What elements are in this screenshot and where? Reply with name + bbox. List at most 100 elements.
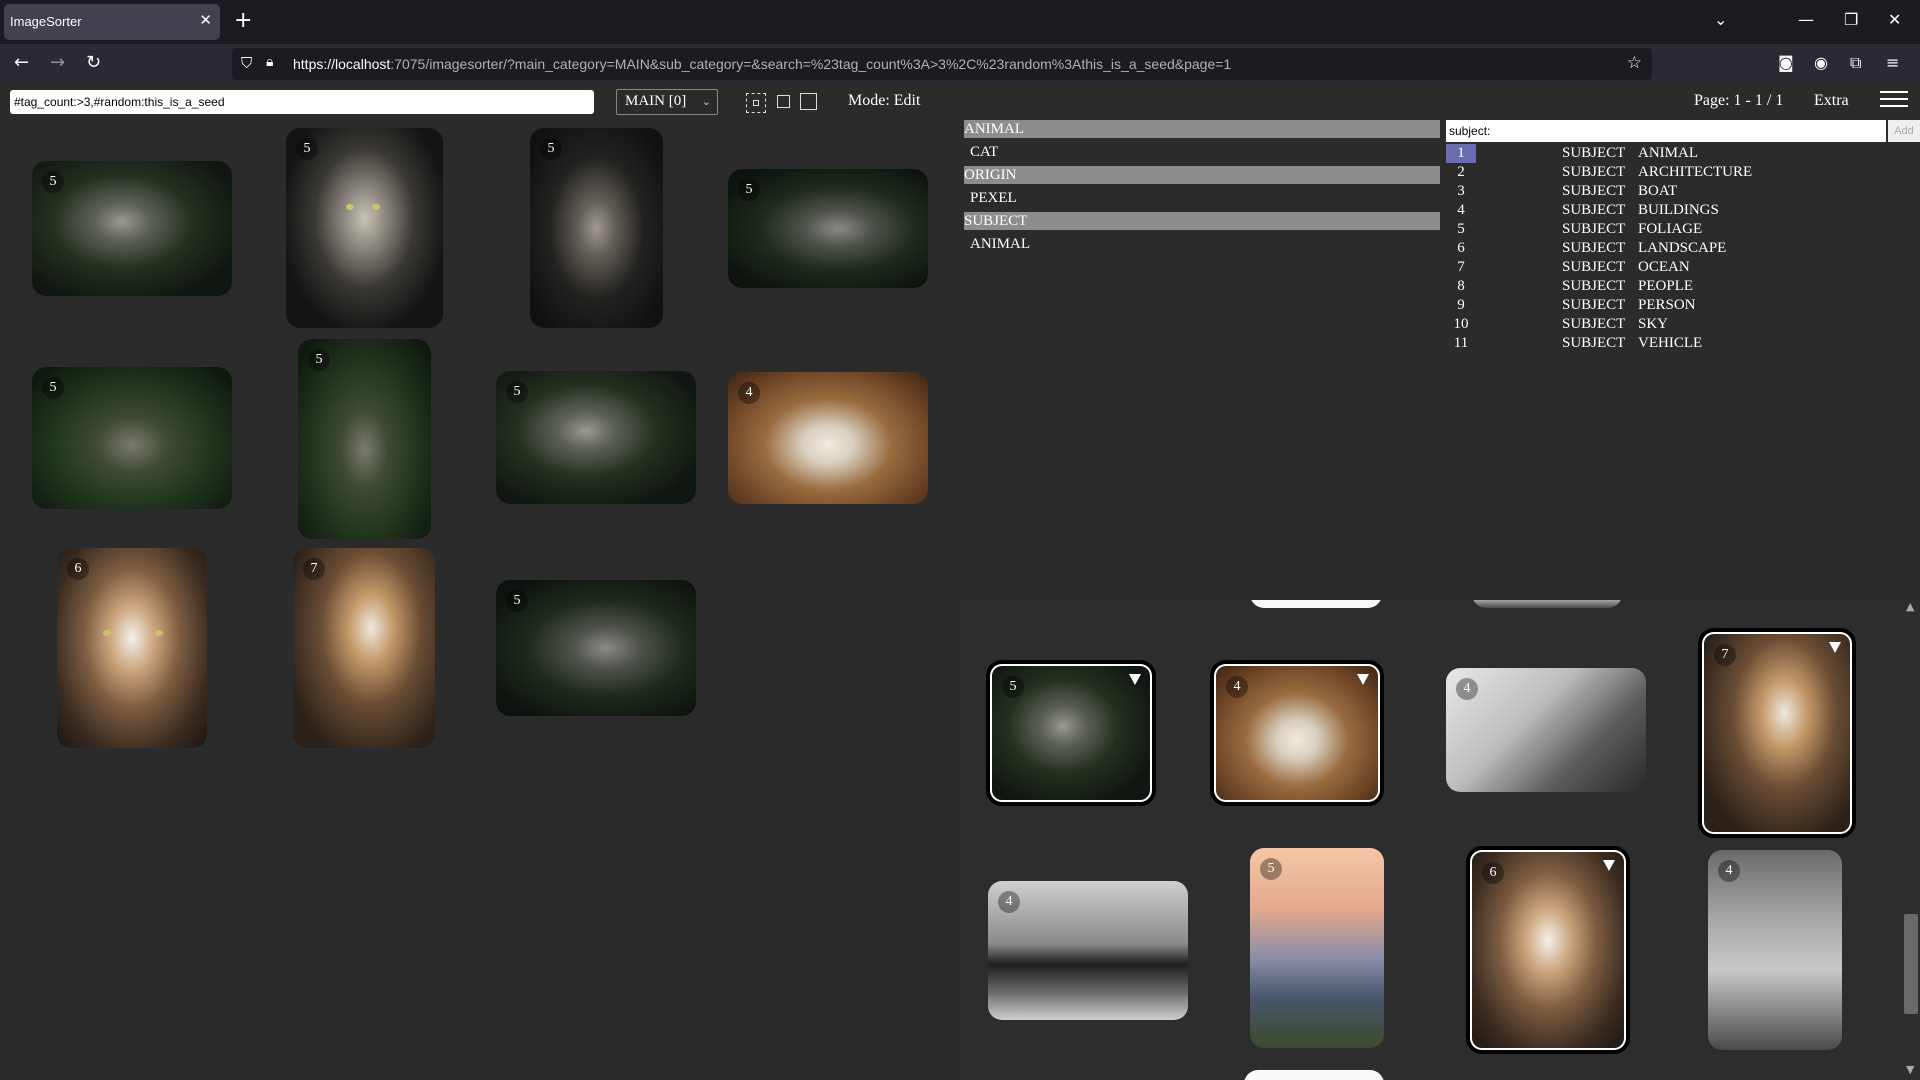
star-icon[interactable]: ☆ — [1627, 53, 1642, 73]
url-bar[interactable]: ⛉ 🔒︎ https://localhost:7075/imagesorter/… — [232, 48, 1652, 80]
gallery-thumb[interactable] — [1250, 600, 1382, 608]
scroll-down-icon[interactable]: ▼ — [1906, 1063, 1914, 1076]
tag-count-badge: 4 — [1226, 676, 1248, 698]
add-button[interactable]: Add — [1888, 120, 1920, 142]
selected-thumb[interactable]: 7 — [1698, 628, 1856, 838]
tag-category-subject[interactable]: SUBJECT — [964, 212, 1440, 230]
subject-row[interactable]: 3 SUBJECT BOAT — [1446, 182, 1920, 201]
row-number: 9 — [1457, 297, 1465, 313]
gallery-thumb[interactable]: 4 — [988, 881, 1188, 1020]
tag-item-animal[interactable]: ANIMAL — [964, 235, 1440, 253]
subject-row[interactable]: 7 SUBJECT OCEAN — [1446, 258, 1920, 277]
browser-nav-bar: ← → ↻ ⛉ 🔒︎ https://localhost:7075/images… — [0, 44, 1920, 84]
row-number: 10 — [1453, 316, 1469, 332]
tag-count-badge: 5 — [296, 138, 318, 160]
selected-thumb[interactable]: 5 — [986, 660, 1156, 806]
lock-icon[interactable]: 🔒︎ — [266, 54, 273, 70]
tag-item-cat[interactable]: CAT — [964, 143, 1440, 161]
subject-row[interactable]: 9 SUBJECT PERSON — [1446, 296, 1920, 315]
row-number: 6 — [1457, 240, 1465, 256]
gallery-thumb[interactable]: 4 — [1708, 850, 1842, 1050]
mode-toggle[interactable]: Mode: Edit — [848, 92, 920, 110]
gallery-thumb[interactable]: 5 — [298, 339, 431, 539]
row-value: PEOPLE — [1638, 278, 1694, 294]
selected-thumb[interactable]: 4 — [1210, 660, 1384, 806]
gallery-thumb[interactable]: 5 — [728, 169, 928, 288]
extra-button[interactable]: Extra — [1814, 92, 1849, 110]
shield-icon[interactable]: ⛉ — [241, 54, 252, 72]
subject-row[interactable]: 11 SUBJECT VEHICLE — [1446, 334, 1920, 353]
row-category: SUBJECT — [1562, 316, 1626, 332]
cat-eye — [103, 630, 111, 636]
gallery-thumb[interactable] — [1244, 1070, 1384, 1080]
medium-size-icon[interactable] — [777, 95, 790, 108]
restore-icon[interactable]: ❐ — [1844, 10, 1858, 29]
menu-icon[interactable]: ≡ — [1886, 53, 1899, 72]
small-size-icon[interactable] — [746, 93, 766, 113]
dropdown-triangle-icon[interactable] — [1129, 674, 1141, 685]
forward-arrow-icon[interactable]: → — [50, 52, 65, 73]
category-select[interactable]: MAIN [0] ⌄ — [616, 89, 718, 115]
tag-count-badge: 4 — [738, 382, 760, 404]
cat-eye — [372, 204, 380, 210]
close-icon[interactable]: ✕ — [199, 11, 212, 29]
tag-count-badge: 5 — [42, 171, 64, 193]
reload-icon[interactable]: ↻ — [86, 52, 101, 73]
subject-row[interactable]: 10 SUBJECT SKY — [1446, 315, 1920, 334]
back-arrow-icon[interactable]: ← — [14, 52, 29, 73]
gallery-thumb[interactable]: 5 — [32, 161, 232, 296]
subject-row[interactable]: 8 SUBJECT PEOPLE — [1446, 277, 1920, 296]
row-category: SUBJECT — [1562, 221, 1626, 237]
scrollbar-thumb[interactable] — [1904, 914, 1918, 1014]
row-number: 5 — [1457, 221, 1465, 237]
gallery-thumb[interactable]: 5 — [286, 128, 443, 328]
browser-tab[interactable]: ImageSorter ✕ — [4, 4, 220, 40]
dropdown-triangle-icon[interactable] — [1829, 642, 1841, 653]
plus-icon[interactable]: + — [234, 8, 252, 33]
hamburger-menu-icon[interactable] — [1880, 91, 1908, 111]
tag-item-pexel[interactable]: PEXEL — [964, 189, 1440, 207]
tag-category-animal[interactable]: ANIMAL — [964, 120, 1440, 138]
large-size-icon[interactable] — [800, 93, 817, 110]
search-input[interactable] — [10, 90, 594, 114]
page-indicator: Page: 1 - 1 / 1 — [1694, 92, 1784, 109]
gallery-thumb[interactable]: 5 — [496, 580, 696, 716]
tag-count-badge: 7 — [1714, 644, 1736, 666]
vertical-scrollbar[interactable]: ▲ ▼ — [1902, 600, 1920, 1080]
gallery-thumb[interactable]: 4 — [728, 372, 928, 504]
row-value: LANDSCAPE — [1638, 240, 1727, 256]
subject-row[interactable]: 1 SUBJECT ANIMAL — [1446, 144, 1920, 163]
tag-category-origin[interactable]: ORIGIN — [964, 166, 1440, 184]
scroll-up-icon[interactable]: ▲ — [1906, 600, 1914, 613]
row-value: OCEAN — [1638, 259, 1690, 275]
dropdown-triangle-icon[interactable] — [1603, 860, 1615, 871]
gallery-thumb[interactable]: 4 — [1446, 668, 1646, 792]
pocket-icon[interactable]: ◙ — [1778, 53, 1794, 72]
row-number: 3 — [1457, 183, 1465, 199]
gallery-thumb[interactable]: 5 — [32, 367, 232, 509]
selected-thumb[interactable]: 6 — [1466, 846, 1630, 1054]
tag-count-badge: 6 — [1482, 862, 1504, 884]
subject-input[interactable] — [1446, 120, 1886, 142]
chevron-down-icon[interactable]: ⌄ — [1714, 10, 1727, 29]
minimize-icon[interactable]: — — [1798, 10, 1814, 29]
gallery-thumb[interactable]: 7 — [293, 548, 435, 748]
row-number: 4 — [1457, 202, 1465, 218]
gallery-thumb[interactable]: 6 — [57, 548, 207, 748]
dropdown-triangle-icon[interactable] — [1357, 674, 1369, 685]
secondary-gallery[interactable]: 5 4 4 7 4 5 6 4 — [960, 600, 1920, 1080]
gallery-thumb[interactable] — [1472, 600, 1622, 608]
account-icon[interactable]: ◉ — [1814, 53, 1828, 72]
subject-row[interactable]: 6 SUBJECT LANDSCAPE — [1446, 239, 1920, 258]
gallery-thumb[interactable]: 5 — [1250, 848, 1384, 1048]
subject-row[interactable]: 2 SUBJECT ARCHITECTURE — [1446, 163, 1920, 182]
subject-row[interactable]: 4 SUBJECT BUILDINGS — [1446, 201, 1920, 220]
row-value: VEHICLE — [1638, 335, 1703, 351]
row-value: FOLIAGE — [1638, 221, 1703, 237]
close-window-icon[interactable]: ✕ — [1888, 10, 1901, 29]
gallery-thumb[interactable]: 5 — [496, 371, 696, 504]
gallery-thumb[interactable]: 5 — [530, 128, 663, 328]
subject-row[interactable]: 5 SUBJECT FOLIAGE — [1446, 220, 1920, 239]
row-value: ARCHITECTURE — [1638, 164, 1753, 180]
extensions-icon[interactable]: ⧉ — [1850, 53, 1861, 73]
